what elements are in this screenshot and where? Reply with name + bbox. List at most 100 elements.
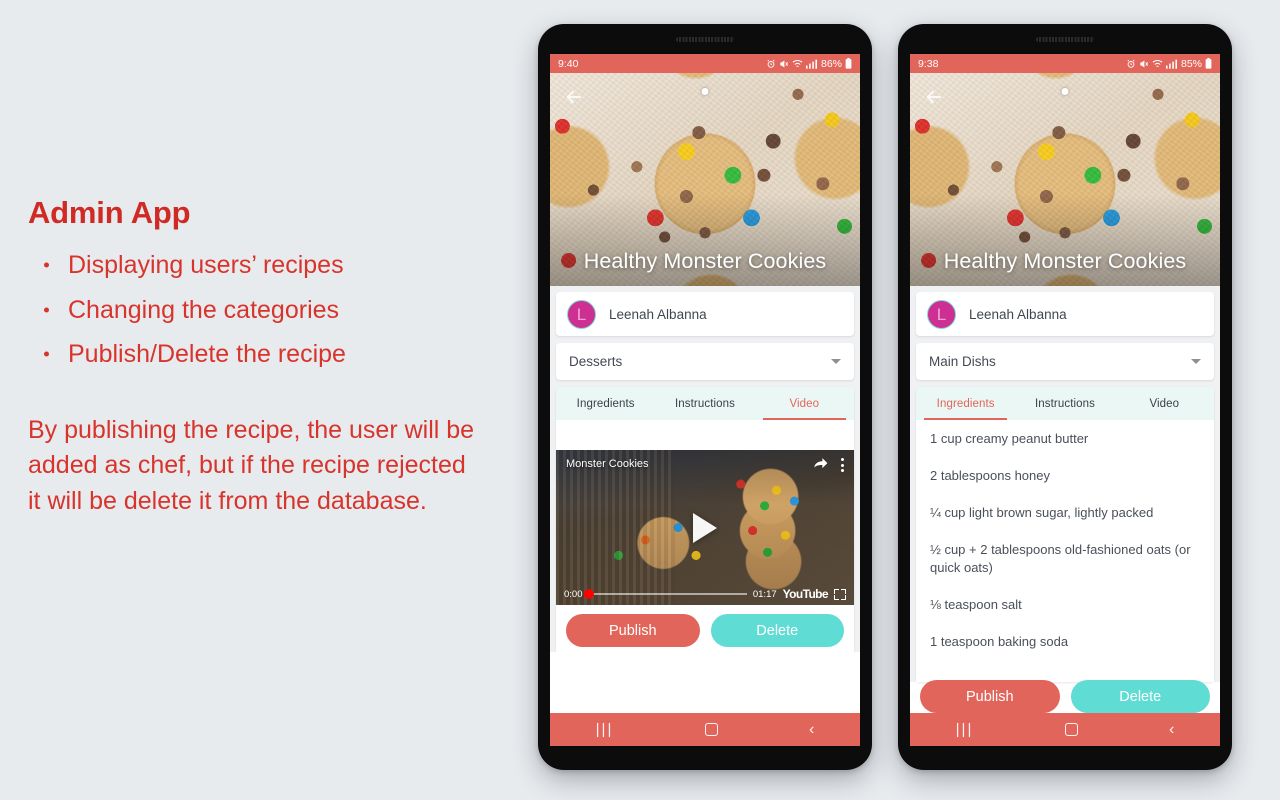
recents-icon[interactable]: ||| xyxy=(596,721,614,738)
phone-mockup-left: 9:40 86% Healthy Monster Cookies L Leena… xyxy=(538,24,872,770)
tabs-card: Ingredients Instructions Video Monster C… xyxy=(556,387,854,658)
bullet-dot-icon xyxy=(44,307,49,313)
recipe-body-right: L Leenah Albanna Main Dishs Ingredients … xyxy=(910,286,1220,682)
bullet-dot-icon xyxy=(44,351,49,357)
chef-row[interactable]: L Leenah Albanna xyxy=(916,292,1214,336)
video-progress-bar[interactable] xyxy=(583,589,747,599)
battery-icon xyxy=(845,58,852,69)
delete-button[interactable]: Delete xyxy=(1070,680,1210,713)
category-value: Main Dishs xyxy=(929,354,996,369)
youtube-player[interactable]: Monster Cookies 0:00 01:17 YouTube xyxy=(556,450,854,605)
chef-card[interactable]: L Leenah Albanna xyxy=(556,292,854,336)
back-arrow-icon[interactable] xyxy=(923,86,945,108)
share-icon[interactable] xyxy=(813,456,828,474)
back-arrow-icon[interactable] xyxy=(563,86,585,108)
category-row[interactable]: Main Dishs xyxy=(916,343,1214,380)
status-bar: 9:38 85% xyxy=(910,54,1220,73)
tabs-card: Ingredients Instructions Video 1 cup cre… xyxy=(916,387,1214,682)
mute-icon xyxy=(779,59,789,69)
list-item: ⅛ teaspoon salt xyxy=(930,597,1022,613)
recipe-body-left: L Leenah Albanna Desserts Ingredients In… xyxy=(550,286,860,658)
player-top-controls xyxy=(813,456,846,474)
tab-instructions[interactable]: Instructions xyxy=(1015,387,1114,420)
recipe-hero-image: Healthy Monster Cookies xyxy=(910,73,1220,286)
chef-name: Leenah Albanna xyxy=(609,306,707,322)
phone-mockup-right: 9:38 85% Healthy Monster Cookies L Leena… xyxy=(898,24,1232,770)
mute-icon xyxy=(1139,59,1149,69)
speaker-grill-icon xyxy=(676,37,734,42)
list-item: Displaying users’ recipes xyxy=(42,243,498,288)
youtube-logo[interactable]: YouTube xyxy=(783,587,829,601)
list-item: Publish/Delete the recipe xyxy=(42,332,498,377)
phone-screen-right: 9:38 85% Healthy Monster Cookies L Leena… xyxy=(910,54,1220,746)
description-paragraph: By publishing the recipe, the user will … xyxy=(28,415,475,516)
chef-card[interactable]: L Leenah Albanna xyxy=(916,292,1214,336)
play-icon[interactable] xyxy=(693,512,717,543)
action-buttons-right: Publish Delete xyxy=(910,680,1220,713)
bullet-dot-icon xyxy=(44,262,49,268)
status-icons: 86% xyxy=(766,58,852,70)
bullet-label: Publish/Delete the recipe xyxy=(68,340,346,369)
status-bar: 9:40 86% xyxy=(550,54,860,73)
recipe-title: Healthy Monster Cookies xyxy=(583,249,827,273)
page-title: Admin App xyxy=(28,195,191,230)
player-controls: 0:00 01:17 YouTube xyxy=(556,587,854,601)
category-value: Desserts xyxy=(569,354,623,369)
recipe-title: Healthy Monster Cookies xyxy=(943,249,1187,273)
chevron-down-icon[interactable] xyxy=(831,359,841,364)
phone-screen-left: 9:40 86% Healthy Monster Cookies L Leena… xyxy=(550,54,860,746)
progress-knob[interactable] xyxy=(583,589,594,599)
tab-ingredients[interactable]: Ingredients xyxy=(556,387,655,420)
avatar: L xyxy=(927,299,956,329)
publish-button[interactable]: Publish xyxy=(566,614,700,647)
android-nav-bar: ||| ‹ xyxy=(910,713,1220,746)
list-item: 1 cup creamy peanut butter xyxy=(930,431,1089,446)
list-item: Changing the categories xyxy=(42,288,498,333)
tab-video[interactable]: Video xyxy=(1115,387,1214,420)
page-indicator-dot[interactable] xyxy=(1061,88,1069,95)
ingredients-panel: 1 cup creamy peanut butter 2 tablespoons… xyxy=(916,420,1214,682)
action-buttons-left: Publish Delete xyxy=(556,605,854,658)
category-dropdown[interactable]: Desserts xyxy=(556,343,854,380)
page-indicator-dot[interactable] xyxy=(701,88,709,95)
tab-instructions[interactable]: Instructions xyxy=(655,387,754,420)
video-panel: Monster Cookies 0:00 01:17 YouTube Publi… xyxy=(556,420,854,658)
list-item: 2 tablespoons honey xyxy=(930,467,1050,483)
delete-button[interactable]: Delete xyxy=(710,614,844,647)
home-icon[interactable] xyxy=(704,723,718,736)
bullet-label: Displaying users’ recipes xyxy=(68,251,344,280)
category-dropdown[interactable]: Main Dishs xyxy=(916,343,1214,380)
chef-row[interactable]: L Leenah Albanna xyxy=(556,292,854,336)
video-title: Monster Cookies xyxy=(566,458,649,470)
category-row[interactable]: Desserts xyxy=(556,343,854,380)
avatar: L xyxy=(567,299,596,329)
tab-ingredients[interactable]: Ingredients xyxy=(916,387,1015,420)
video-current-time: 0:00 xyxy=(564,588,583,600)
nav-back-icon[interactable]: ‹ xyxy=(809,721,814,739)
feature-bullet-list: Displaying users’ recipes Changing the c… xyxy=(42,243,498,377)
list-item: 1 teaspoon baking soda xyxy=(930,634,1069,650)
tab-bar: Ingredients Instructions Video xyxy=(556,387,854,420)
chevron-down-icon[interactable] xyxy=(1191,359,1201,364)
signal-icon xyxy=(1165,59,1177,69)
recipe-hero-image: Healthy Monster Cookies xyxy=(550,73,860,286)
kebab-menu-icon[interactable] xyxy=(839,456,846,474)
home-icon[interactable] xyxy=(1064,723,1078,736)
status-icons: 85% xyxy=(1126,58,1212,70)
speaker-grill-icon xyxy=(1036,37,1094,42)
battery-icon xyxy=(1205,58,1212,69)
fullscreen-icon[interactable] xyxy=(834,588,846,600)
slide-copy: Admin App Displaying users’ recipes Chan… xyxy=(28,195,498,520)
tab-video[interactable]: Video xyxy=(755,387,854,420)
publish-button[interactable]: Publish xyxy=(920,680,1060,713)
tab-bar: Ingredients Instructions Video xyxy=(916,387,1214,420)
chef-name: Leenah Albanna xyxy=(969,306,1067,322)
battery-percent: 86% xyxy=(820,57,842,70)
video-duration: 01:17 xyxy=(752,588,777,600)
nav-back-icon[interactable]: ‹ xyxy=(1169,721,1174,739)
status-time: 9:38 xyxy=(918,57,939,70)
list-item: ¼ cup light brown sugar, lightly packed xyxy=(930,504,1154,520)
recents-icon[interactable]: ||| xyxy=(956,721,974,738)
wifi-icon xyxy=(1152,59,1163,69)
android-nav-bar: ||| ‹ xyxy=(550,713,860,746)
